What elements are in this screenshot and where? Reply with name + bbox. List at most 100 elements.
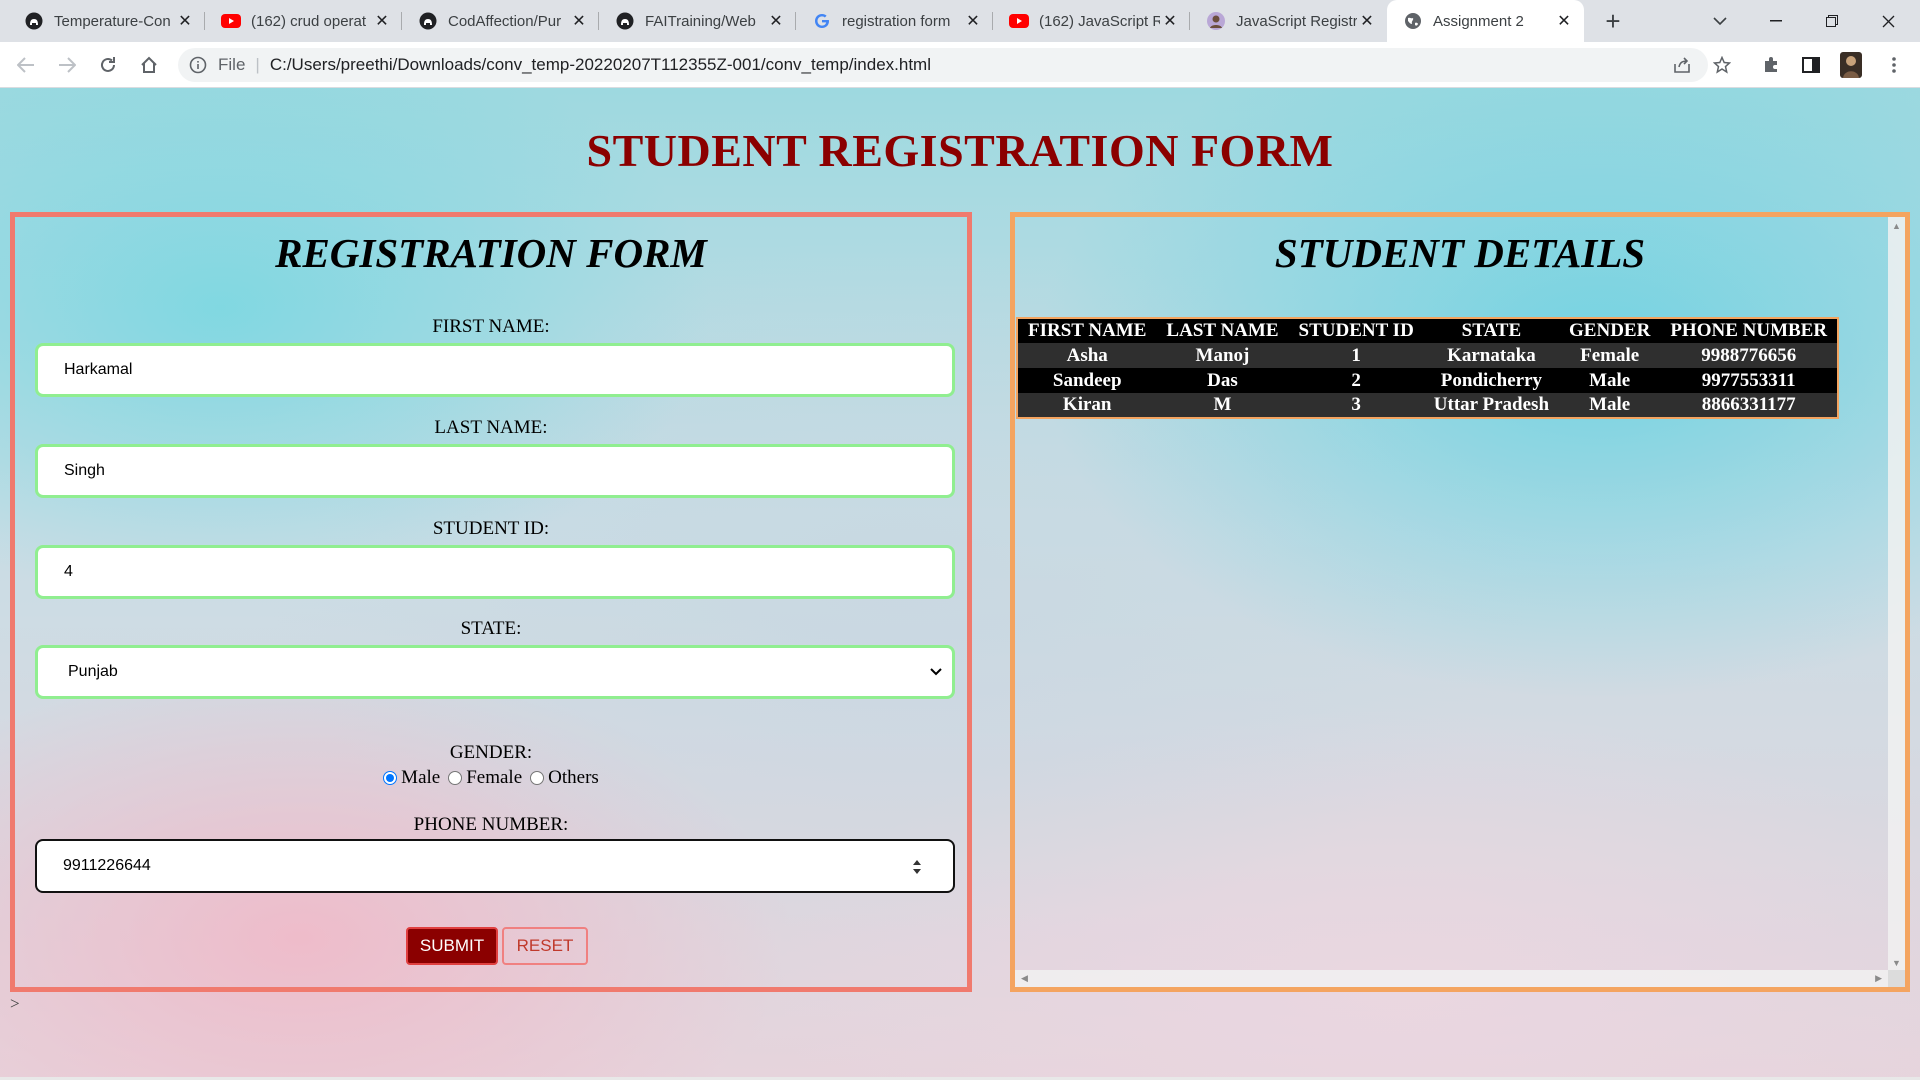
last-name-label: LAST NAME: <box>434 417 548 438</box>
radio-button[interactable] <box>530 771 545 785</box>
table-cell: 8866331177 <box>1660 393 1839 418</box>
table-row[interactable]: Sandeep Das 2 Pondicherry Male 997755331… <box>1017 368 1839 393</box>
browser-menu-icon[interactable] <box>1878 49 1910 81</box>
gender-radio-group: Male Female Others <box>15 767 967 789</box>
browser-tab[interactable]: JavaScript Registr ✕ <box>1190 0 1387 42</box>
tab-title: JavaScript Registr <box>1236 12 1357 30</box>
browser-tab[interactable]: (162) JavaScript R ✕ <box>993 0 1190 42</box>
profile-avatar-icon[interactable] <box>1835 49 1867 81</box>
scroll-left-arrow-icon[interactable]: ◀ <box>1021 973 1028 984</box>
table-cell: 2 <box>1288 368 1424 393</box>
state-select[interactable]: Punjab <box>35 645 955 699</box>
submit-button[interactable]: SUBMIT <box>406 927 498 965</box>
browser-tab[interactable]: Temperature-Con ✕ <box>8 0 205 42</box>
gender-option-others[interactable]: Others <box>530 767 599 789</box>
chevron-down-icon <box>928 664 944 680</box>
browser-tab[interactable]: registration form ✕ <box>796 0 993 42</box>
reset-button[interactable]: RESET <box>502 927 588 965</box>
table-row[interactable]: Kiran M 3 Uttar Pradesh Male 8866331177 <box>1017 393 1839 418</box>
home-icon[interactable] <box>133 49 165 81</box>
page-title: STUDENT REGISTRATION FORM <box>586 125 1334 176</box>
details-title: STUDENT DETAILS <box>1274 230 1646 276</box>
tab-title: registration form <box>842 12 951 30</box>
form-title: REGISTRATION FORM <box>275 230 707 276</box>
table-header-row: FIRST NAME LAST NAME STUDENT ID STATE GE… <box>1017 318 1839 343</box>
phone-number-label: PHONE NUMBER: <box>413 814 569 835</box>
minimize-icon[interactable] <box>1748 0 1804 42</box>
github-icon <box>24 11 44 31</box>
column-header: LAST NAME <box>1156 318 1289 343</box>
column-header: STATE <box>1423 318 1560 343</box>
radio-button[interactable] <box>383 771 398 785</box>
tab-title: Temperature-Con <box>54 12 171 30</box>
column-header: PHONE NUMBER <box>1660 318 1839 343</box>
github-icon <box>615 11 635 31</box>
student-id-input[interactable]: 4 <box>35 545 955 599</box>
close-icon[interactable]: ✕ <box>963 11 983 31</box>
radio-button[interactable] <box>448 771 463 785</box>
bookmark-star-icon[interactable] <box>1706 49 1738 81</box>
close-icon[interactable]: ✕ <box>1357 11 1377 31</box>
phone-number-value: 9911226644 <box>63 857 151 874</box>
scroll-up-arrow-icon[interactable]: ▲ <box>1892 221 1901 231</box>
tab-title: FAITraining/Web <box>645 12 756 30</box>
tab-title: (162) crud operat <box>251 12 367 30</box>
avatar-icon <box>1206 11 1226 31</box>
table-cell: Female <box>1559 343 1661 368</box>
tab-title: Assignment 2 <box>1433 12 1524 30</box>
state-selected-value: Punjab <box>68 663 118 680</box>
first-name-input[interactable]: Harkamal <box>35 343 955 397</box>
restore-icon[interactable] <box>1804 0 1860 42</box>
phone-number-input[interactable]: 9911226644 <box>35 839 955 893</box>
close-icon[interactable]: ✕ <box>175 11 195 31</box>
new-tab-plus-icon[interactable]: + <box>1599 0 1627 42</box>
close-icon[interactable]: ✕ <box>766 11 786 31</box>
vertical-scrollbar[interactable]: ▲ ▼ <box>1888 217 1905 972</box>
url-divider: | <box>255 55 260 74</box>
gender-option-male[interactable]: Male <box>383 767 440 789</box>
forward-arrow-icon[interactable] <box>51 49 83 81</box>
globe-icon <box>1403 11 1423 31</box>
number-spinner-icon[interactable] <box>911 858 923 876</box>
first-name-label: FIRST NAME: <box>432 316 550 337</box>
student-id-label: STUDENT ID: <box>432 518 550 539</box>
address-bar[interactable]: File | C:/Users/preethi/Downloads/conv_t… <box>178 48 1708 82</box>
browser-tab-active[interactable]: Assignment 2 ✕ <box>1387 0 1584 42</box>
extensions-puzzle-icon[interactable] <box>1755 49 1787 81</box>
scrollbar-corner <box>1888 970 1905 987</box>
youtube-icon <box>1009 11 1029 31</box>
google-icon <box>812 11 832 31</box>
browser-tab[interactable]: FAITraining/Web ✕ <box>599 0 796 42</box>
tab-search-chevron-icon[interactable] <box>1692 0 1748 42</box>
browser-tab[interactable]: CodAffection/Pur ✕ <box>402 0 599 42</box>
column-header: GENDER <box>1559 318 1661 343</box>
github-icon <box>418 11 438 31</box>
column-header: FIRST NAME <box>1017 318 1157 343</box>
page-viewport: STUDENT REGISTRATION FORM REGISTRATION F… <box>0 88 1920 1080</box>
reload-icon[interactable] <box>92 49 124 81</box>
close-icon[interactable]: ✕ <box>1160 11 1180 31</box>
stray-text: > <box>10 994 20 1013</box>
side-panel-icon[interactable] <box>1795 49 1827 81</box>
window-close-icon[interactable] <box>1860 0 1916 42</box>
table-cell: 1 <box>1288 343 1424 368</box>
scroll-down-arrow-icon[interactable]: ▼ <box>1892 958 1901 968</box>
close-icon[interactable]: ✕ <box>1554 11 1574 31</box>
table-row[interactable]: Asha Manoj 1 Karnataka Female 9988776656 <box>1017 343 1839 368</box>
horizontal-scrollbar[interactable]: ◀ ▶ <box>1015 970 1888 987</box>
column-header: STUDENT ID <box>1288 318 1424 343</box>
table-cell: 3 <box>1288 393 1424 418</box>
close-icon[interactable]: ✕ <box>372 11 392 31</box>
registration-form-panel: REGISTRATION FORM FIRST NAME: Harkamal L… <box>10 212 972 992</box>
table-cell: Karnataka <box>1423 343 1560 368</box>
last-name-input[interactable]: Singh <box>35 444 955 498</box>
gender-option-female[interactable]: Female <box>448 767 522 789</box>
info-icon[interactable] <box>188 55 208 75</box>
back-arrow-icon[interactable] <box>10 49 42 81</box>
table-cell: Das <box>1156 368 1289 393</box>
share-icon[interactable] <box>1666 49 1698 81</box>
close-icon[interactable]: ✕ <box>569 11 589 31</box>
scroll-right-arrow-icon[interactable]: ▶ <box>1875 973 1882 984</box>
tab-title: CodAffection/Pur <box>448 12 562 30</box>
browser-tab[interactable]: (162) crud operat ✕ <box>205 0 402 42</box>
